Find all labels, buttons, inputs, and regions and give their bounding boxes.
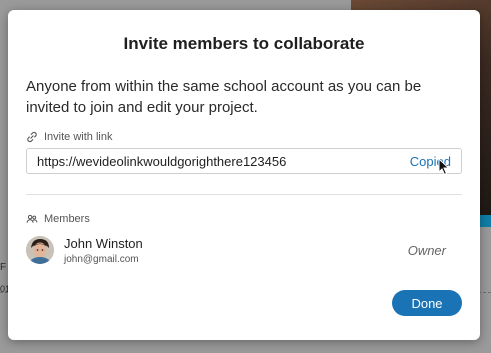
invite-label-text: Invite with link bbox=[44, 131, 113, 143]
member-info: John Winston john@gmail.com bbox=[64, 236, 408, 265]
invite-with-link-label: Invite with link bbox=[26, 131, 112, 143]
members-label: Members bbox=[26, 213, 90, 225]
invite-link-text[interactable]: https://wevideolinkwouldgorighthere12345… bbox=[37, 154, 410, 169]
section-divider bbox=[26, 194, 462, 195]
done-button[interactable]: Done bbox=[392, 290, 462, 316]
invite-link-field[interactable]: https://wevideolinkwouldgorighthere12345… bbox=[26, 148, 462, 175]
invite-dialog: Invite members to collaborate Anyone fro… bbox=[8, 10, 480, 340]
members-label-text: Members bbox=[44, 213, 90, 225]
copy-link-button[interactable]: Copied bbox=[410, 154, 451, 175]
members-icon bbox=[26, 214, 38, 223]
mouse-cursor-icon bbox=[438, 157, 450, 175]
link-icon bbox=[27, 131, 37, 143]
avatar-image bbox=[26, 236, 54, 264]
dialog-description: Anyone from within the same school accou… bbox=[26, 78, 422, 116]
background-edge-text: F bbox=[0, 262, 7, 273]
dialog-title: Invite members to collaborate bbox=[123, 34, 365, 53]
member-row: John Winston john@gmail.com Owner bbox=[26, 232, 446, 268]
avatar bbox=[26, 236, 54, 264]
member-name: John Winston bbox=[64, 235, 143, 251]
member-email: john@gmail.com bbox=[64, 253, 139, 265]
member-role: Owner bbox=[407, 242, 446, 258]
